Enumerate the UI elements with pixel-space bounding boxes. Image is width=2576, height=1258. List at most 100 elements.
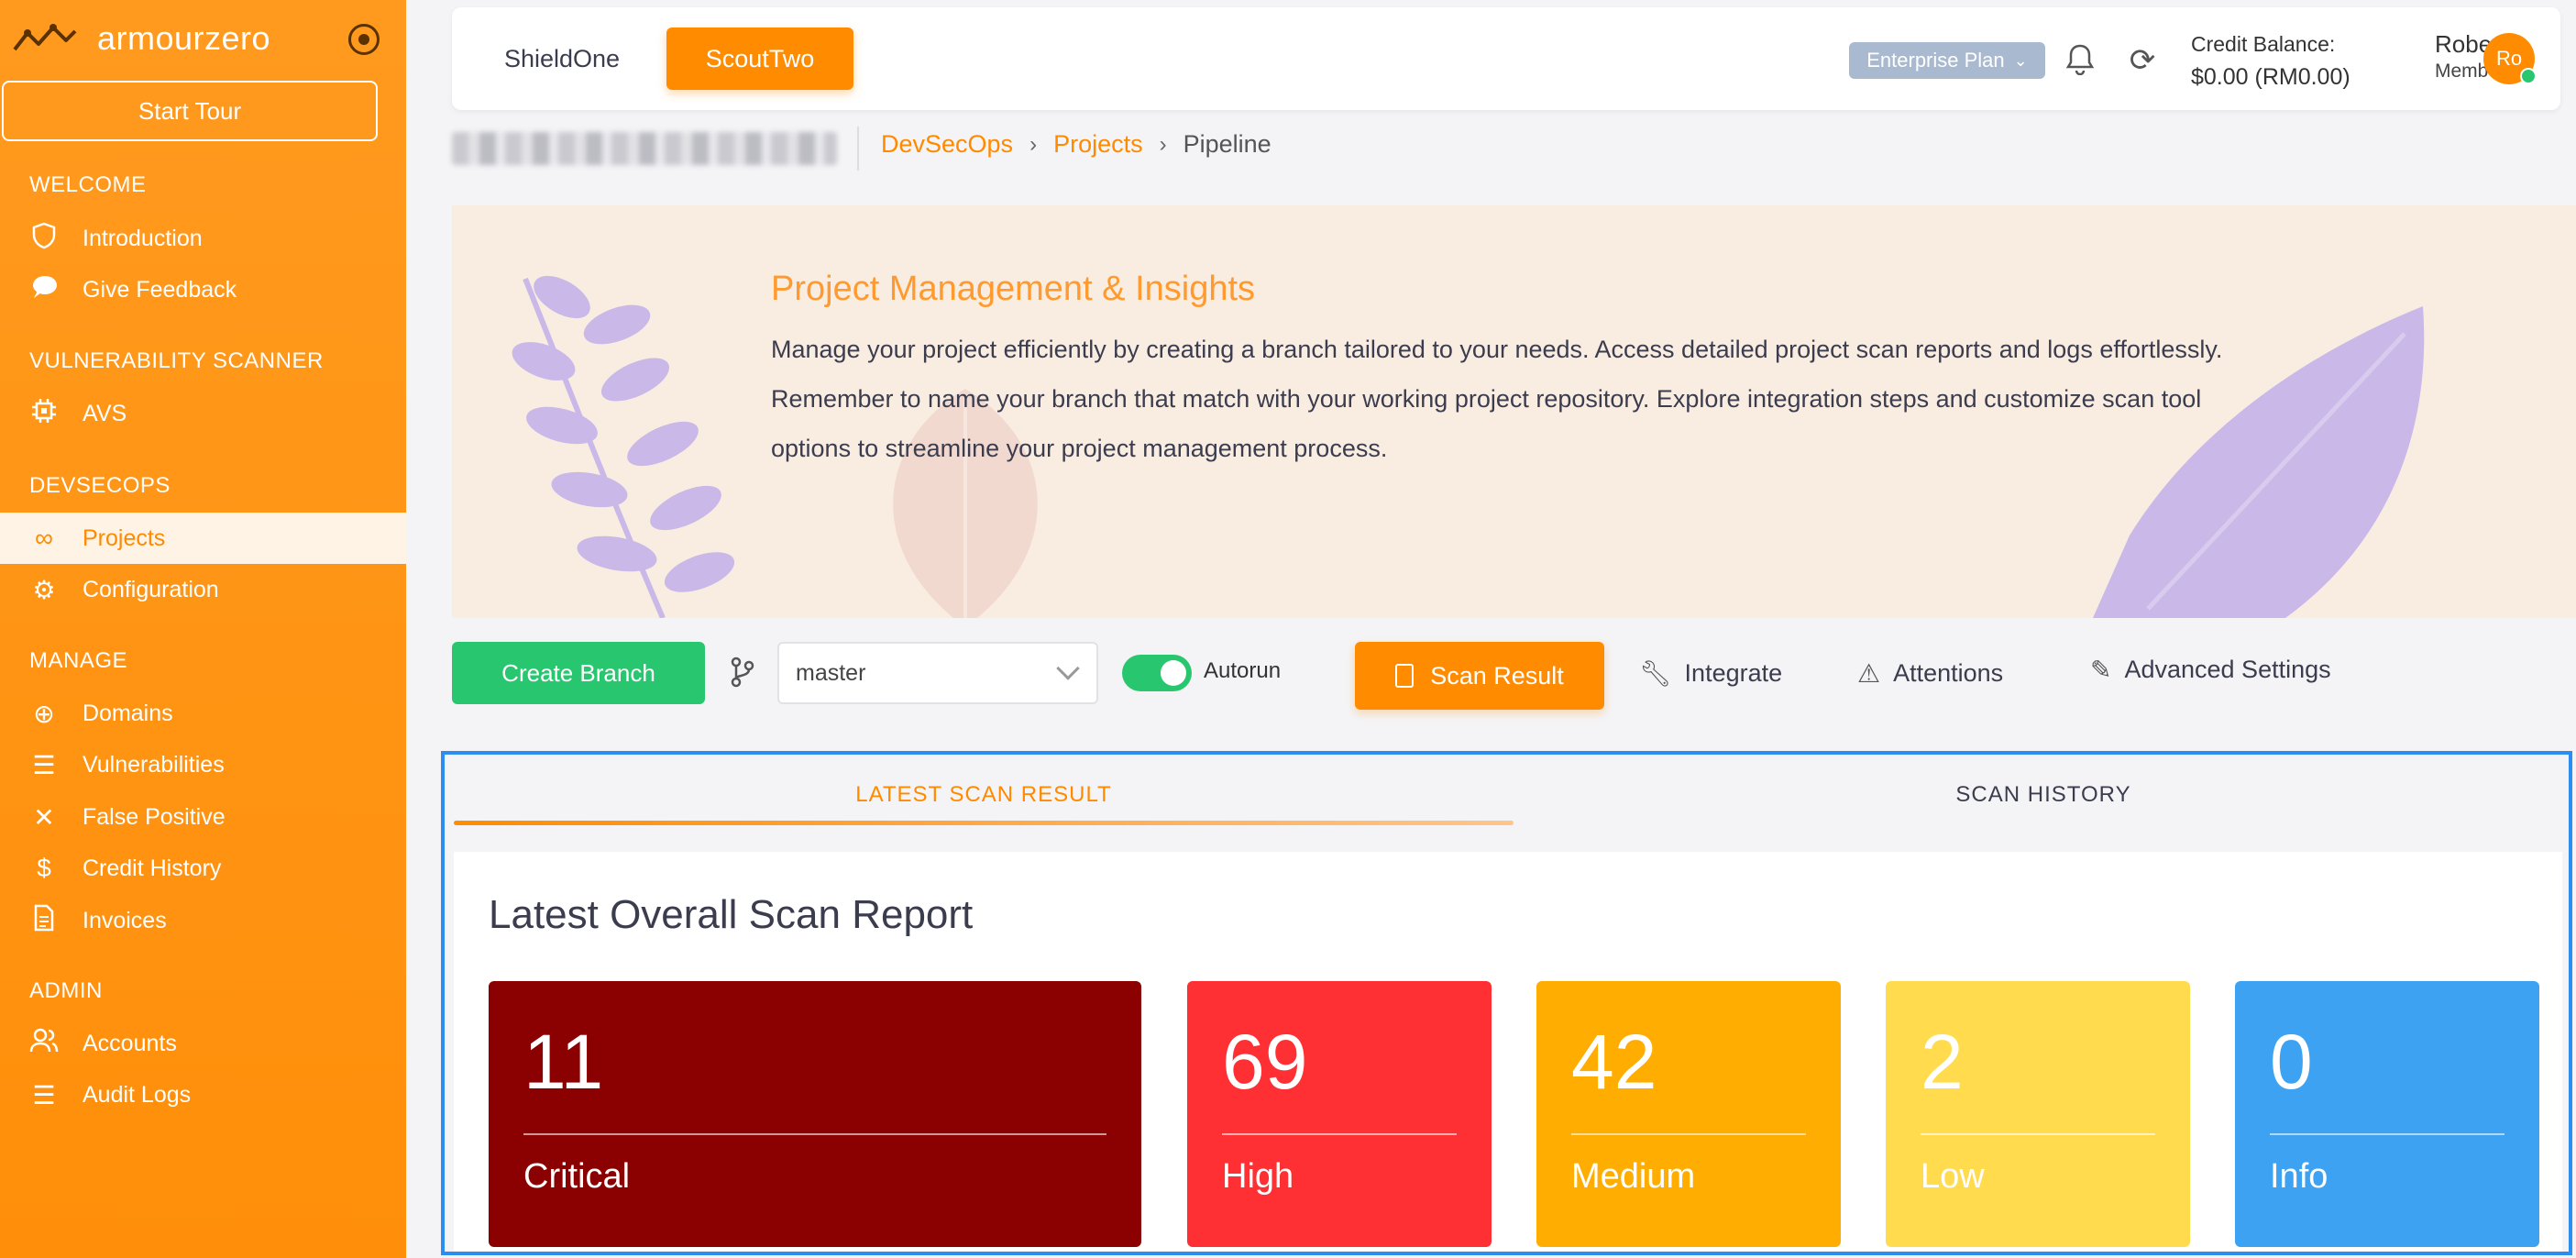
tab-scouttwo[interactable]: ScoutTwo bbox=[666, 28, 853, 90]
top-header: ShieldOne ScoutTwo Enterprise Plan ⌄ ⟳ C… bbox=[452, 7, 2560, 110]
sidebar-item-label: Audit Logs bbox=[83, 1081, 192, 1108]
nav-section-manage: MANAGE bbox=[29, 648, 128, 673]
sidebar-item-give-feedback[interactable]: Give Feedback bbox=[0, 264, 406, 315]
severity-label: Low bbox=[1921, 1157, 1985, 1196]
sidebar-item-domains[interactable]: ⊕ Domains bbox=[0, 688, 406, 739]
severity-card-info[interactable]: 0 Info bbox=[2235, 981, 2539, 1247]
gear-icon: ⚙ bbox=[32, 575, 56, 604]
bell-icon[interactable] bbox=[2062, 42, 2098, 79]
fern-leaf-illustration bbox=[512, 275, 735, 618]
severity-count: 11 bbox=[523, 1019, 604, 1105]
logo-wave-icon bbox=[13, 24, 77, 51]
banner-title: Project Management & Insights bbox=[771, 270, 1256, 308]
plus-circle-icon: ⊕ bbox=[33, 699, 55, 728]
refresh-icon[interactable]: ⟳ bbox=[2124, 42, 2161, 79]
breadcrumb-divider bbox=[857, 127, 859, 171]
sidebar-item-vulnerabilities[interactable]: ☰ Vulnerabilities bbox=[0, 739, 406, 790]
tab-shieldone[interactable]: ShieldOne bbox=[479, 28, 644, 90]
severity-count: 42 bbox=[1571, 1019, 1657, 1105]
document-icon bbox=[1395, 664, 1415, 688]
chevron-right-icon: › bbox=[1029, 131, 1038, 157]
severity-count: 69 bbox=[1222, 1019, 1308, 1105]
start-tour-button[interactable]: Start Tour bbox=[2, 81, 378, 141]
severity-label: Medium bbox=[1571, 1157, 1696, 1196]
sidebar-item-audit-logs[interactable]: ☰ Audit Logs bbox=[0, 1069, 406, 1120]
scan-result-button[interactable]: Scan Result bbox=[1355, 642, 1604, 710]
scan-results-panel: LATEST SCAN RESULT SCAN HISTORY Latest O… bbox=[441, 751, 2572, 1255]
attentions-label: Attentions bbox=[1893, 659, 2004, 687]
nav-section-welcome: WELCOME bbox=[29, 172, 147, 197]
sidebar-item-label: AVS bbox=[83, 400, 127, 426]
credit-label: Credit Balance: bbox=[2191, 32, 2336, 56]
sidebar-item-label: Introduction bbox=[83, 225, 203, 251]
sidebar-item-label: Invoices bbox=[83, 907, 167, 933]
warning-icon: ⚠ bbox=[1857, 659, 1881, 688]
breadcrumb-devsecops[interactable]: DevSecOps bbox=[881, 130, 1013, 159]
credit-balance: Credit Balance: $0.00 (RM0.00) bbox=[2191, 28, 2350, 94]
divider bbox=[1571, 1133, 1806, 1135]
sidebar-item-label: Configuration bbox=[83, 576, 219, 602]
severity-label: Info bbox=[2270, 1157, 2328, 1196]
breadcrumb-projects[interactable]: Projects bbox=[1053, 130, 1143, 159]
sidebar-item-label: Credit History bbox=[83, 855, 222, 881]
blurred-project-name bbox=[452, 132, 837, 165]
target-icon[interactable] bbox=[348, 24, 380, 55]
integrate-link[interactable]: 🔧︎ Integrate bbox=[1639, 658, 1782, 689]
brand-name: armourzero bbox=[97, 19, 271, 57]
integrate-label: Integrate bbox=[1684, 659, 1783, 687]
sidebar-item-label: Vulnerabilities bbox=[83, 751, 225, 778]
nav-section-vulnerability-scanner: VULNERABILITY SCANNER bbox=[29, 348, 324, 373]
sidebar: armourzero Start Tour WELCOME Introducti… bbox=[0, 0, 406, 1258]
sidebar-item-projects[interactable]: ∞ Projects bbox=[0, 513, 406, 564]
severity-count: 2 bbox=[1921, 1019, 1964, 1105]
sidebar-item-invoices[interactable]: Invoices bbox=[0, 895, 406, 946]
sidebar-item-false-positive[interactable]: ✕ False Positive bbox=[0, 791, 406, 843]
plan-label: Enterprise Plan bbox=[1866, 49, 2005, 72]
users-icon bbox=[28, 1028, 61, 1060]
brand[interactable]: armourzero bbox=[13, 13, 380, 64]
infinity-icon: ∞ bbox=[35, 524, 53, 552]
banner-description: Manage your project efficiently by creat… bbox=[771, 336, 2223, 462]
dollar-icon: $ bbox=[37, 854, 51, 882]
breadcrumb: DevSecOps › Projects › Pipeline bbox=[881, 130, 1271, 159]
divider bbox=[1921, 1133, 2155, 1135]
sidebar-item-label: Accounts bbox=[83, 1030, 177, 1056]
create-branch-button[interactable]: Create Branch bbox=[452, 642, 705, 704]
severity-card-low[interactable]: 2 Low bbox=[1886, 981, 2190, 1247]
severity-card-critical[interactable]: 11 Critical bbox=[489, 981, 1141, 1247]
list-icon: ☰ bbox=[32, 1080, 56, 1109]
attentions-link[interactable]: ⚠ Attentions bbox=[1857, 658, 2003, 689]
divider bbox=[523, 1133, 1106, 1135]
advanced-settings-label: Advanced Settings bbox=[2124, 656, 2331, 683]
autorun-toggle[interactable] bbox=[1122, 655, 1192, 691]
tab-latest-scan-result[interactable]: LATEST SCAN RESULT bbox=[454, 782, 1514, 808]
document-icon bbox=[28, 904, 61, 938]
chevron-right-icon: › bbox=[1159, 131, 1167, 157]
wrench-icon: 🔧︎ bbox=[1639, 659, 1672, 688]
severity-card-high[interactable]: 69 High bbox=[1187, 981, 1492, 1247]
advanced-settings-link[interactable]: ✎ Advanced Settings bbox=[2090, 655, 2331, 685]
tab-scan-history[interactable]: SCAN HISTORY bbox=[1514, 782, 2569, 808]
branch-select[interactable]: master bbox=[777, 642, 1098, 704]
sidebar-item-configuration[interactable]: ⚙ Configuration bbox=[0, 564, 406, 615]
shield-icon bbox=[28, 222, 61, 256]
chevron-down-icon bbox=[1056, 657, 1080, 680]
severity-label: Critical bbox=[523, 1157, 631, 1196]
active-tab-indicator bbox=[454, 821, 1514, 825]
sidebar-item-label: Give Feedback bbox=[83, 276, 237, 303]
breadcrumb-current: Pipeline bbox=[1183, 130, 1271, 158]
sidebar-item-credit-history[interactable]: $ Credit History bbox=[0, 843, 406, 894]
chat-bubble-icon bbox=[28, 274, 61, 306]
divider bbox=[2270, 1133, 2504, 1135]
plan-dropdown[interactable]: Enterprise Plan ⌄ bbox=[1849, 42, 2045, 79]
online-status-dot bbox=[2520, 68, 2537, 84]
overall-scan-report: Latest Overall Scan Report 11 Critical 6… bbox=[454, 852, 2562, 1252]
sidebar-item-introduction[interactable]: Introduction bbox=[0, 213, 406, 264]
severity-card-medium[interactable]: 42 Medium bbox=[1536, 981, 1841, 1247]
chip-icon bbox=[28, 397, 61, 431]
sidebar-item-accounts[interactable]: Accounts bbox=[0, 1018, 406, 1069]
nav-section-admin: ADMIN bbox=[29, 978, 103, 1003]
nav-section-devsecops: DEVSECOPS bbox=[29, 473, 171, 498]
autorun-label: Autorun bbox=[1204, 658, 1282, 683]
sidebar-item-avs[interactable]: AVS bbox=[0, 388, 406, 439]
